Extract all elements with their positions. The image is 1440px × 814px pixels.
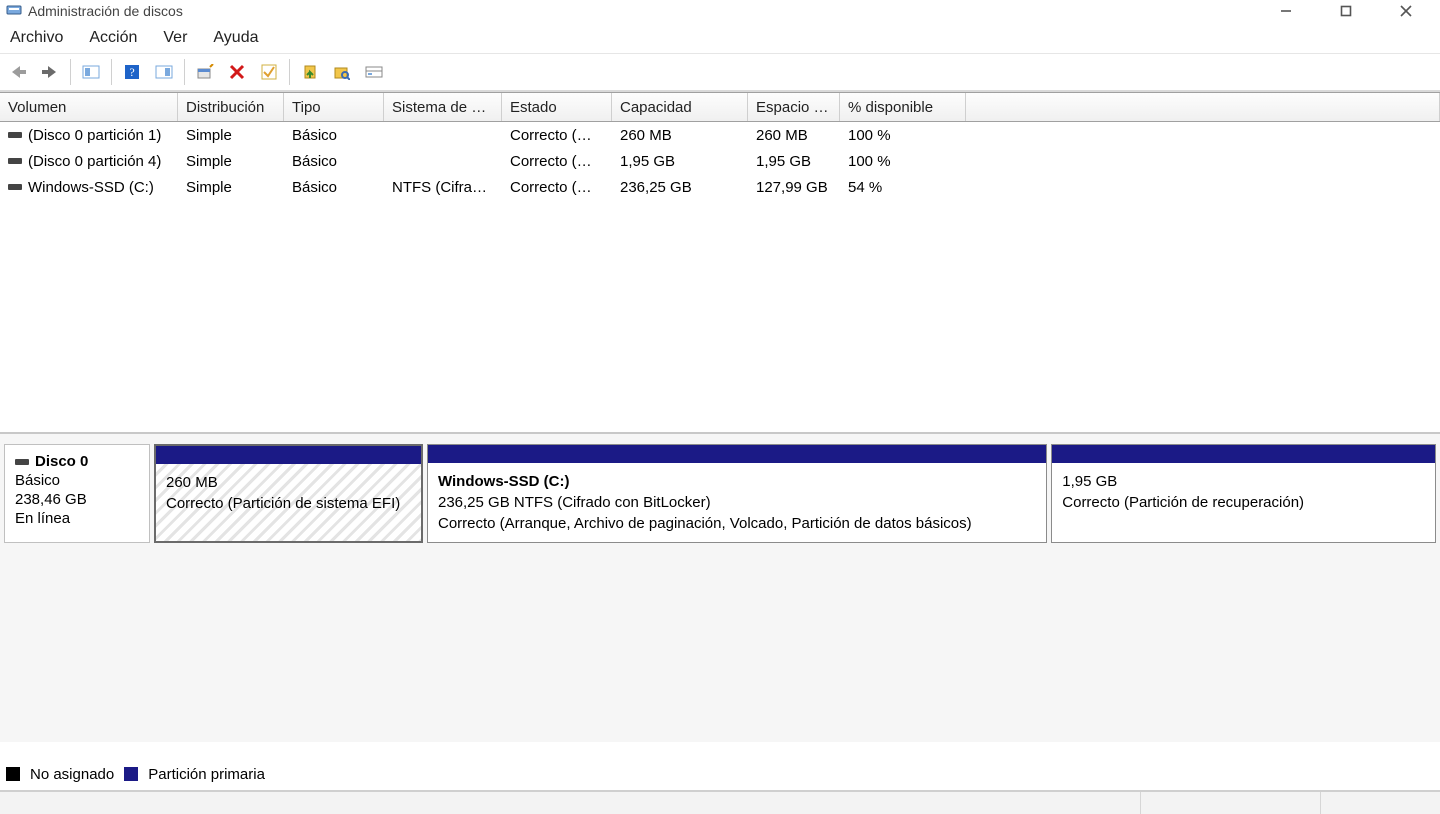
cell-pct: 100 % bbox=[840, 153, 966, 170]
legend: No asignado Partición primaria bbox=[6, 760, 265, 788]
cell-tipo: Básico bbox=[284, 127, 384, 144]
menu-accion[interactable]: Acción bbox=[85, 25, 141, 51]
col-sistema[interactable]: Sistema de … bbox=[384, 93, 502, 121]
legend-swatch-unallocated bbox=[6, 767, 20, 781]
svg-text:?: ? bbox=[129, 65, 134, 79]
disk-type: Básico bbox=[15, 472, 139, 489]
cell-distribucion: Simple bbox=[178, 153, 284, 170]
partition-efi[interactable]: 260 MB Correcto (Partición de sistema EF… bbox=[154, 444, 423, 543]
volume-list[interactable]: (Disco 0 partición 1) Simple Básico Corr… bbox=[0, 122, 1440, 432]
titlebar: Administración de discos bbox=[0, 0, 1440, 22]
volume-icon bbox=[8, 158, 22, 164]
partition-color-bar bbox=[428, 445, 1046, 463]
disk-status: En línea bbox=[15, 510, 139, 527]
legend-swatch-primary bbox=[124, 767, 138, 781]
cell-espacio: 127,99 GB bbox=[748, 179, 840, 196]
disk-name: Disco 0 bbox=[35, 453, 88, 470]
disk-detail-button[interactable] bbox=[360, 58, 388, 86]
table-row[interactable]: Windows-SSD (C:) Simple Básico NTFS (Cif… bbox=[0, 174, 1440, 200]
toolbar-separator bbox=[70, 59, 71, 85]
menu-ayuda[interactable]: Ayuda bbox=[209, 25, 262, 51]
cell-tipo: Básico bbox=[284, 179, 384, 196]
table-row[interactable]: (Disco 0 partición 4) Simple Básico Corr… bbox=[0, 148, 1440, 174]
cell-volumen: (Disco 0 partición 1) bbox=[0, 127, 178, 144]
col-volumen[interactable]: Volumen bbox=[0, 93, 178, 121]
col-spacer bbox=[966, 93, 1440, 121]
partition-size: 260 MB bbox=[166, 472, 411, 493]
partition-desc: Correcto (Partición de sistema EFI) bbox=[166, 493, 411, 514]
cell-sistema: NTFS (Cifra… bbox=[384, 179, 502, 196]
new-volume-button[interactable] bbox=[296, 58, 324, 86]
partition-color-bar bbox=[1052, 445, 1435, 463]
partition-desc: Correcto (Arranque, Archivo de paginació… bbox=[438, 513, 1036, 534]
app-icon bbox=[6, 2, 22, 21]
toolbar: ? bbox=[0, 54, 1440, 92]
col-espacio[interactable]: Espacio … bbox=[748, 93, 840, 121]
disk-row: Disco 0 Básico 238,46 GB En línea 260 MB… bbox=[4, 444, 1436, 543]
disk-header[interactable]: Disco 0 Básico 238,46 GB En línea bbox=[4, 444, 150, 543]
back-button[interactable] bbox=[4, 58, 32, 86]
cell-pct: 100 % bbox=[840, 127, 966, 144]
cell-capacidad: 236,25 GB bbox=[612, 179, 748, 196]
col-distribucion[interactable]: Distribución bbox=[178, 93, 284, 121]
graphical-disk-pane: Disco 0 Básico 238,46 GB En línea 260 MB… bbox=[0, 432, 1440, 582]
partition-recovery[interactable]: 1,95 GB Correcto (Partición de recuperac… bbox=[1051, 444, 1436, 543]
cell-capacidad: 1,95 GB bbox=[612, 153, 748, 170]
show-hide-tree-button[interactable] bbox=[77, 58, 105, 86]
table-row[interactable]: (Disco 0 partición 1) Simple Básico Corr… bbox=[0, 122, 1440, 148]
col-estado[interactable]: Estado bbox=[502, 93, 612, 121]
cell-capacidad: 260 MB bbox=[612, 127, 748, 144]
explore-button[interactable] bbox=[328, 58, 356, 86]
cell-distribucion: Simple bbox=[178, 127, 284, 144]
legend-primary: Partición primaria bbox=[148, 766, 265, 783]
toolbar-separator bbox=[111, 59, 112, 85]
mark-active-button[interactable] bbox=[255, 58, 283, 86]
properties-button[interactable] bbox=[191, 58, 219, 86]
cell-estado: Correcto (… bbox=[502, 179, 612, 196]
status-cell bbox=[1320, 792, 1440, 814]
help-button[interactable]: ? bbox=[118, 58, 146, 86]
col-capacidad[interactable]: Capacidad bbox=[612, 93, 748, 121]
partition-primary[interactable]: Windows-SSD (C:) 236,25 GB NTFS (Cifrado… bbox=[427, 444, 1047, 543]
toolbar-separator bbox=[289, 59, 290, 85]
col-tipo[interactable]: Tipo bbox=[284, 93, 384, 121]
volume-list-header: Volumen Distribución Tipo Sistema de … E… bbox=[0, 92, 1440, 122]
volume-icon bbox=[8, 132, 22, 138]
forward-button[interactable] bbox=[36, 58, 64, 86]
menubar: Archivo Acción Ver Ayuda bbox=[0, 22, 1440, 54]
partition-name: Windows-SSD (C:) bbox=[438, 471, 1036, 492]
toolbar-separator bbox=[184, 59, 185, 85]
col-pct[interactable]: % disponible bbox=[840, 93, 966, 121]
volume-icon bbox=[8, 184, 22, 190]
bottom-empty-area bbox=[0, 582, 1440, 742]
cell-estado: Correcto (… bbox=[502, 127, 612, 144]
status-cell bbox=[1140, 792, 1320, 814]
partition-size: 236,25 GB NTFS (Cifrado con BitLocker) bbox=[438, 492, 1036, 513]
close-button[interactable] bbox=[1376, 0, 1436, 22]
statusbar bbox=[0, 790, 1440, 814]
cell-distribucion: Simple bbox=[178, 179, 284, 196]
cell-espacio: 1,95 GB bbox=[748, 153, 840, 170]
disk-icon bbox=[15, 459, 29, 465]
partition-size: 1,95 GB bbox=[1062, 471, 1425, 492]
window-title: Administración de discos bbox=[28, 3, 183, 19]
delete-button[interactable] bbox=[223, 58, 251, 86]
cell-pct: 54 % bbox=[840, 179, 966, 196]
disk-size: 238,46 GB bbox=[15, 491, 139, 508]
cell-volumen: Windows-SSD (C:) bbox=[0, 179, 178, 196]
menu-archivo[interactable]: Archivo bbox=[6, 25, 67, 51]
cell-espacio: 260 MB bbox=[748, 127, 840, 144]
menu-ver[interactable]: Ver bbox=[159, 25, 191, 51]
cell-tipo: Básico bbox=[284, 153, 384, 170]
cell-estado: Correcto (… bbox=[502, 153, 612, 170]
minimize-button[interactable] bbox=[1256, 0, 1316, 22]
maximize-button[interactable] bbox=[1316, 0, 1376, 22]
cell-volumen: (Disco 0 partición 4) bbox=[0, 153, 178, 170]
partition-color-bar bbox=[156, 446, 421, 464]
action-pane-button[interactable] bbox=[150, 58, 178, 86]
legend-unallocated: No asignado bbox=[30, 766, 114, 783]
partition-desc: Correcto (Partición de recuperación) bbox=[1062, 492, 1425, 513]
